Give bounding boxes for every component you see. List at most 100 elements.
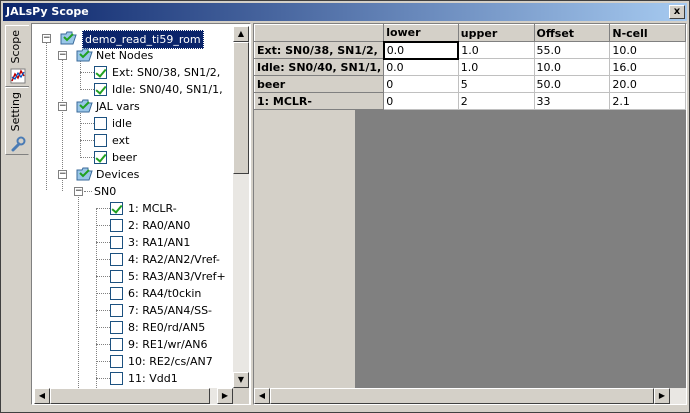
grid-cell[interactable]: 1.0 (457, 41, 535, 59)
collapse-icon[interactable]: − (42, 34, 51, 43)
tree-guide (96, 293, 110, 294)
tree-vertical-scrollbar[interactable]: ▲ ▼ (233, 26, 249, 388)
grid-cell[interactable]: 2.1 (609, 92, 686, 110)
column-header-offset[interactable]: Offset (533, 24, 611, 42)
tree-horizontal-scrollbar[interactable]: ◀ ▶ (34, 388, 233, 404)
tab-setting[interactable]: Setting (5, 87, 29, 155)
tree-group-devices[interactable]: − Devices (34, 166, 232, 183)
tree-guide (96, 259, 110, 260)
idle-var-checkbox[interactable] (94, 117, 107, 130)
grid-cell[interactable]: 5 (457, 75, 535, 93)
tree-item-pin[interactable]: 1: MCLR- (34, 200, 232, 217)
tree-guide (96, 310, 110, 311)
row-header[interactable]: 1: MCLR- (254, 92, 385, 110)
grid-cell[interactable]: 2 (457, 92, 535, 110)
tree-group-net-nodes[interactable]: − Net Nodes (34, 47, 232, 64)
column-header-n-cell[interactable]: N-cell (609, 24, 686, 42)
row-header[interactable]: Idle: SN0/40, SN1/1, (254, 58, 385, 76)
tree-root[interactable]: − demo_read_ti59_rom (34, 30, 232, 49)
ext-var-label: ext (112, 134, 130, 147)
scroll-left-button[interactable]: ◀ (254, 388, 270, 404)
tree-group-label: JAL vars (96, 100, 140, 113)
tree-item-pin[interactable]: 7: RA5/AN4/SS- (34, 302, 232, 319)
scroll-thumb[interactable] (50, 388, 210, 404)
pin-checkbox[interactable] (110, 338, 123, 351)
tree-guide (96, 378, 110, 379)
tree-item-idle-var[interactable]: idle (34, 115, 232, 132)
close-button[interactable]: x (669, 5, 685, 19)
tree-group-label: Devices (96, 168, 140, 181)
tree-item-pin[interactable]: 11: Vdd1 (34, 370, 232, 387)
pin-checkbox[interactable] (110, 304, 123, 317)
scroll-right-button[interactable]: ▶ (217, 388, 233, 404)
grid-header-row: lower upper Offset N-cell (254, 24, 686, 42)
grid-cell[interactable]: 10.0 (609, 41, 686, 59)
scroll-right-button[interactable]: ▶ (654, 388, 670, 404)
beer-var-checkbox[interactable] (94, 151, 107, 164)
pin-checkbox[interactable] (110, 236, 123, 249)
tree-item-pin[interactable]: 10: RE2/cs/AN7 (34, 353, 232, 370)
grid-cell[interactable]: 16.0 (609, 58, 686, 76)
pin-checkbox[interactable] (110, 372, 123, 385)
chart-icon (10, 68, 26, 84)
scroll-thumb[interactable] (233, 42, 249, 174)
grid-corner[interactable] (254, 24, 385, 42)
grid-cell[interactable]: 0 (383, 92, 459, 110)
row-header[interactable]: Ext: SN0/38, SN1/2, (254, 41, 385, 59)
ext-node-checkbox[interactable] (94, 66, 107, 79)
grid-cell[interactable]: 1.0 (457, 58, 535, 76)
pin-checkbox[interactable] (110, 202, 123, 215)
side-tab-bar: Scope Setting (3, 23, 29, 413)
grid-cell[interactable]: 33 (533, 92, 611, 110)
grid-row: 1: MCLR- 0 2 33 2.1 (254, 92, 686, 110)
tree-item-pin[interactable]: 8: RE0/rd/AN5 (34, 319, 232, 336)
grid-row: Ext: SN0/38, SN1/2, 0.0 1.0 55.0 10.0 (254, 40, 686, 60)
pin-checkbox[interactable] (110, 219, 123, 232)
grid-cell[interactable]: 10.0 (533, 58, 611, 76)
pin-checkbox[interactable] (110, 355, 123, 368)
tree-item-pin[interactable]: 3: RA1/AN1 (34, 234, 232, 251)
grid-cell[interactable]: 55.0 (533, 41, 611, 59)
grid-cell[interactable]: 0.0 (383, 58, 459, 76)
pin-checkbox[interactable] (110, 270, 123, 283)
collapse-icon[interactable]: − (58, 102, 67, 111)
tree-item-ext-var[interactable]: ext (34, 132, 232, 149)
pin-label: 1: MCLR- (128, 202, 177, 215)
tree-item-pin[interactable]: 6: RA4/t0ckin (34, 285, 232, 302)
grid-cell[interactable]: 50.0 (533, 75, 611, 93)
grid-cell[interactable]: 0 (383, 75, 459, 93)
tab-setting-label: Setting (9, 92, 22, 132)
collapse-icon[interactable]: − (74, 187, 83, 196)
grid-cell[interactable]: 20.0 (609, 75, 686, 93)
tree-item-idle-node[interactable]: Idle: SN0/40, SN1/1, (34, 81, 232, 98)
pin-checkbox[interactable] (110, 321, 123, 334)
tree-item-pin[interactable]: 5: RA3/AN3/Vref+ (34, 268, 232, 285)
row-header[interactable]: beer (254, 75, 385, 93)
pin-checkbox[interactable] (110, 287, 123, 300)
tree-item-pin[interactable]: 2: RA0/AN0 (34, 217, 232, 234)
tree-group-sn0[interactable]: − SN0 (34, 183, 232, 200)
grid-row: Idle: SN0/40, SN1/1, 0.0 1.0 10.0 16.0 (254, 58, 686, 76)
tree-item-pin[interactable]: 4: RA2/AN2/Vref- (34, 251, 232, 268)
idle-var-label: idle (112, 117, 132, 130)
column-header-upper[interactable]: upper (457, 24, 535, 42)
grid-horizontal-scrollbar[interactable]: ◀ ▶ (254, 388, 686, 404)
collapse-icon[interactable]: − (58, 170, 67, 179)
column-header-lower[interactable]: lower (383, 24, 459, 42)
scroll-left-button[interactable]: ◀ (34, 388, 50, 404)
tree-item-beer-var[interactable]: beer (34, 149, 232, 166)
scroll-down-button[interactable]: ▼ (233, 372, 249, 388)
folder-open-icon (76, 99, 93, 113)
tree-item-ext-node[interactable]: Ext: SN0/38, SN1/2, (34, 64, 232, 81)
idle-node-checkbox[interactable] (94, 83, 107, 96)
tree-item-pin[interactable]: 9: RE1/wr/AN6 (34, 336, 232, 353)
ext-var-checkbox[interactable] (94, 134, 107, 147)
tab-scope[interactable]: Scope (5, 25, 29, 87)
tree-group-jal-vars[interactable]: − JAL vars (34, 98, 232, 115)
scroll-up-button[interactable]: ▲ (233, 26, 249, 42)
grid-cell[interactable]: 0.0 (382, 40, 460, 60)
collapse-icon[interactable]: − (58, 51, 67, 60)
pin-checkbox[interactable] (110, 253, 123, 266)
scroll-thumb[interactable] (270, 388, 654, 404)
tree-group-label: Net Nodes (96, 49, 154, 62)
